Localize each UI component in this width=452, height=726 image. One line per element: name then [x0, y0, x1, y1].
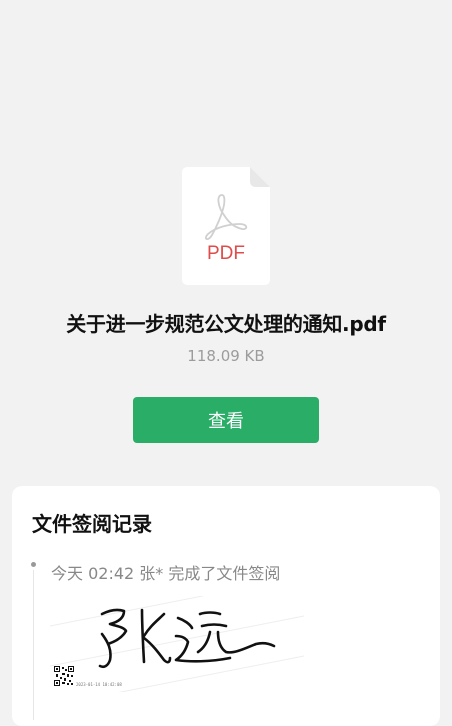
timeline-dot	[31, 562, 36, 567]
pdf-label: PDF	[207, 243, 245, 264]
signature-timestamp: 2023-01-14 10:42:08	[76, 682, 122, 687]
timeline-line	[33, 570, 34, 720]
card-title: 文件签阅记录	[32, 512, 152, 536]
file-name: 关于进一步规范公文处理的通知.pdf	[66, 312, 386, 336]
file-size: 118.09 KB	[187, 347, 265, 365]
signature-image: 2023-01-14 10:42:08	[49, 575, 305, 707]
qr-code-icon	[54, 666, 74, 686]
view-button[interactable]: 查看	[133, 397, 319, 443]
sign-record-card: 文件签阅记录 今天 02:42 张* 完成了文件签阅 2023-01-14 10…	[12, 486, 440, 726]
record-text: 今天 02:42 张* 完成了文件签阅	[51, 564, 281, 583]
pdf-file-icon: PDF	[182, 167, 270, 285]
